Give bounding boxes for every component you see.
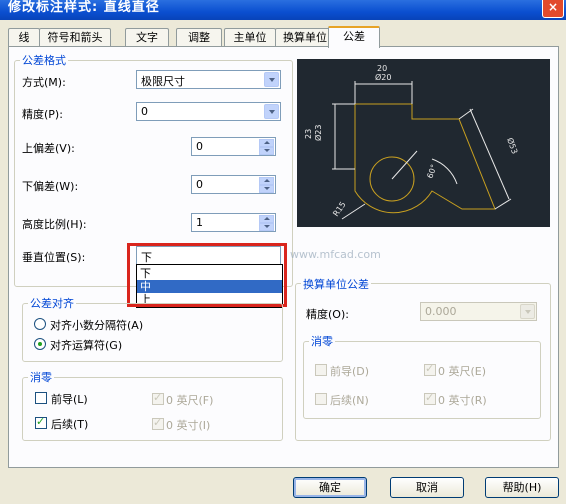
alt-trailing-checkbox[interactable] xyxy=(315,393,327,405)
method-select[interactable]: 极限尺寸 xyxy=(136,70,281,89)
dimension-preview: 20 Ø20 23 Ø23 Ø53 60° R15 xyxy=(297,59,550,227)
alt-inches-checkbox[interactable] xyxy=(424,391,436,405)
preview-text-angle: 60° xyxy=(425,163,438,179)
upper-deviation-label: 上偏差(V): xyxy=(22,142,75,155)
feet-label: 0 英尺(F) xyxy=(166,394,214,407)
spin-down-icon[interactable] xyxy=(259,147,274,155)
spin-up-icon[interactable] xyxy=(259,139,274,147)
tab-lines[interactable]: 线 xyxy=(8,28,40,46)
tab-fit[interactable]: 调整 xyxy=(176,28,222,46)
preview-text-20: 20 xyxy=(377,64,387,73)
inches-checkbox[interactable] xyxy=(152,416,164,430)
window-title: 修改标注样式: 直线直径 xyxy=(8,0,160,15)
watermark: www.mfcad.com xyxy=(290,248,381,261)
preview-text-23: 23 xyxy=(304,129,313,139)
upper-deviation-value: 0 xyxy=(196,140,203,153)
lower-deviation-spinner[interactable]: 0 xyxy=(191,175,276,194)
preview-text-d53: Ø53 xyxy=(505,136,520,155)
feet-checkbox[interactable] xyxy=(152,391,164,405)
vertical-position-label: 垂直位置(S): xyxy=(22,251,86,264)
chevron-down-icon xyxy=(264,104,279,119)
leading-label: 前导(L) xyxy=(51,393,88,406)
highlight-annotation xyxy=(127,243,287,307)
alternate-unit-tolerance-label: 换算单位公差 xyxy=(301,276,371,292)
alt-trailing-label: 后续(N) xyxy=(330,394,369,407)
tolerance-format-label: 公差格式 xyxy=(20,52,68,68)
alt-leading-label: 前导(D) xyxy=(330,365,370,378)
close-button[interactable]: × xyxy=(542,0,564,18)
alt-precision-select[interactable]: 0.000 xyxy=(420,302,537,321)
alt-feet-label: 0 英尺(E) xyxy=(438,365,487,378)
spin-down-icon[interactable] xyxy=(259,223,274,231)
alt-precision-value: 0.000 xyxy=(425,305,457,318)
precision-label: 精度(P): xyxy=(22,108,63,121)
tab-text[interactable]: 文字 xyxy=(125,28,169,46)
upper-deviation-spinner[interactable]: 0 xyxy=(191,137,276,156)
height-scale-spinner[interactable]: 1 xyxy=(191,213,276,232)
leading-checkbox[interactable] xyxy=(35,392,47,404)
tab-tolerances[interactable]: 公差 xyxy=(328,26,380,48)
preview-text-d23: Ø23 xyxy=(313,125,323,141)
ok-button[interactable]: 确定 xyxy=(293,477,367,498)
title-bar: 修改标注样式: 直线直径 × xyxy=(0,0,566,20)
chevron-down-icon xyxy=(520,304,535,319)
preview-text-d20: Ø20 xyxy=(375,72,391,82)
align-decimal-label: 对齐小数分隔符(A) xyxy=(50,319,144,332)
cancel-button[interactable]: 取消 xyxy=(390,477,464,498)
chevron-down-icon xyxy=(264,72,279,87)
alt-precision-label: 精度(O): xyxy=(306,308,349,321)
spin-up-icon[interactable] xyxy=(259,177,274,185)
alt-inches-label: 0 英寸(R) xyxy=(438,394,487,407)
spin-up-icon[interactable] xyxy=(259,215,274,223)
method-value: 极限尺寸 xyxy=(141,75,185,88)
lower-deviation-label: 下偏差(W): xyxy=(22,180,79,193)
align-operator-label: 对齐运算符(G) xyxy=(50,339,123,352)
alt-leading-checkbox[interactable] xyxy=(315,364,327,376)
method-label: 方式(M): xyxy=(22,76,66,89)
lower-deviation-value: 0 xyxy=(196,178,203,191)
inches-label: 0 英寸(I) xyxy=(166,419,211,432)
precision-value: 0 xyxy=(141,105,148,118)
height-scale-label: 高度比例(H): xyxy=(22,218,87,231)
tolerance-alignment-label: 公差对齐 xyxy=(28,295,76,311)
alt-feet-checkbox[interactable] xyxy=(424,362,436,376)
alt-zero-suppression-label: 消零 xyxy=(309,333,335,349)
trailing-checkbox[interactable] xyxy=(35,415,47,429)
zero-suppression-label: 消零 xyxy=(28,369,54,385)
tab-alternate-units[interactable]: 换算单位 xyxy=(275,28,335,46)
preview-text-radius: R15 xyxy=(331,200,347,218)
height-scale-value: 1 xyxy=(196,216,203,229)
align-operator-radio[interactable] xyxy=(34,338,46,350)
tab-symbols-arrows[interactable]: 符号和箭头 xyxy=(39,28,111,46)
tab-primary-units[interactable]: 主单位 xyxy=(224,28,276,46)
align-decimal-radio[interactable] xyxy=(34,318,46,330)
precision-select[interactable]: 0 xyxy=(136,102,281,121)
preview-drawing: 20 Ø20 23 Ø23 Ø53 60° R15 xyxy=(304,64,520,220)
spin-down-icon[interactable] xyxy=(259,185,274,193)
trailing-label: 后续(T) xyxy=(51,418,89,431)
help-button[interactable]: 帮助(H) xyxy=(485,477,559,498)
